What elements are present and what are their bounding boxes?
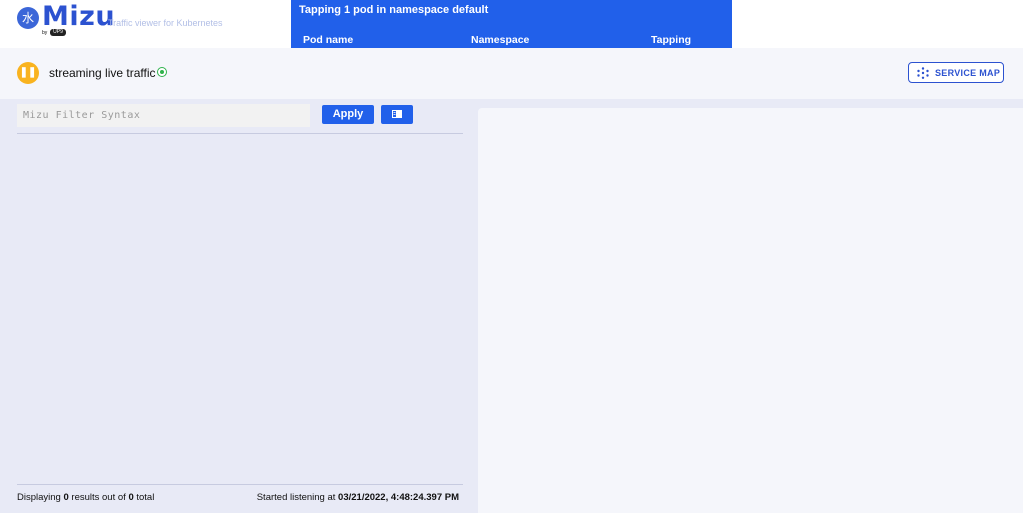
pause-button[interactable]: ❚❚	[17, 62, 39, 84]
started-listening-text: Started listening at 03/21/2022, 4:48:24…	[256, 492, 459, 503]
started-timestamp: 03/21/2022, 4:48:24.397 PM	[338, 492, 459, 503]
company-logo: UP9	[50, 29, 66, 36]
brand-by-label: by	[42, 30, 48, 36]
book-icon	[392, 110, 402, 118]
live-indicator-icon	[157, 67, 167, 77]
filter-docs-button[interactable]	[381, 105, 413, 124]
footer-divider	[17, 484, 463, 485]
service-map-label: SERVICE MAP	[935, 68, 1001, 78]
apply-filter-button[interactable]: Apply	[322, 105, 374, 124]
pause-icon: ❚❚	[19, 67, 37, 78]
service-map-icon	[917, 67, 929, 79]
column-header-namespace: Namespace	[471, 34, 530, 46]
filter-query-input[interactable]	[17, 104, 310, 127]
traffic-toolbar: ❚❚ streaming live traffic SERVICE MAP	[0, 48, 1023, 99]
traffic-list-panel: Apply Displaying 0 results out of 0 tota…	[0, 99, 475, 513]
service-map-button[interactable]: SERVICE MAP	[908, 62, 1004, 83]
results-count-text: Displaying 0 results out of 0 total	[17, 492, 155, 503]
brand-name: Mizu	[42, 1, 116, 32]
column-header-pod-name: Pod name	[303, 34, 354, 46]
brand-tagline: Traffic viewer for Kubernetes	[108, 18, 223, 28]
column-header-tapping: Tapping	[651, 34, 692, 46]
mizu-logo-icon: 水	[17, 7, 39, 29]
filter-divider	[17, 133, 463, 134]
tapping-status-title: Tapping 1 pod in namespace default	[299, 4, 489, 16]
streaming-status-text: streaming live traffic	[49, 66, 156, 80]
entry-details-panel	[478, 108, 1023, 513]
